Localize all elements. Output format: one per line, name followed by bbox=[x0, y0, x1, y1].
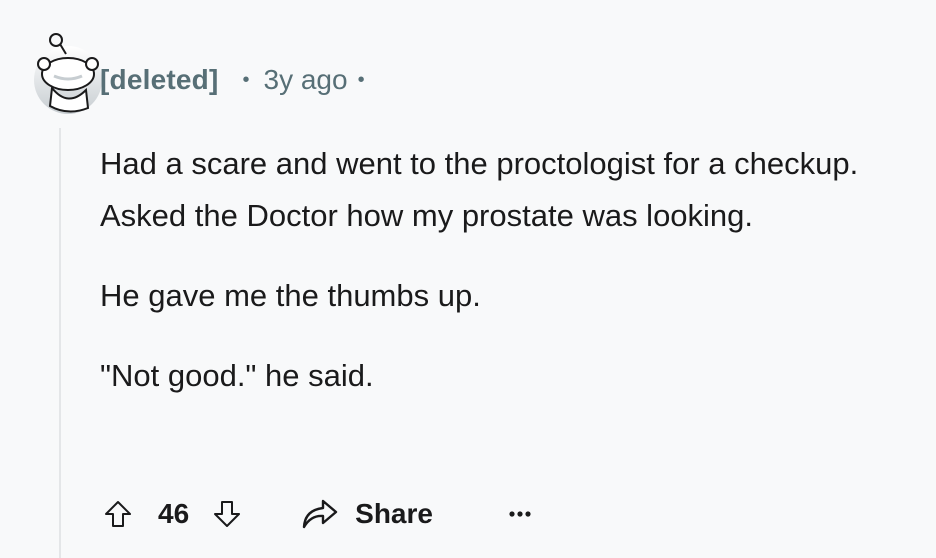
vote-score: 46 bbox=[158, 498, 190, 529]
comment-actions: 46 Share bbox=[100, 492, 535, 536]
timestamp[interactable]: 3y ago bbox=[264, 64, 348, 96]
thread-line[interactable] bbox=[59, 128, 61, 558]
comment-header: [deleted] • 3y ago • bbox=[100, 60, 365, 100]
snoo-avatar-icon[interactable] bbox=[30, 30, 106, 114]
downvote-arrow-icon[interactable] bbox=[209, 496, 245, 532]
comment-paragraph: He gave me the thumbs up. bbox=[100, 278, 481, 313]
more-options-icon bbox=[509, 511, 531, 517]
comment-body: Had a scare and went to the proctologist… bbox=[100, 138, 910, 402]
more-options-button[interactable] bbox=[505, 499, 535, 529]
meta-separator: • bbox=[242, 68, 250, 91]
upvote-arrow-icon[interactable] bbox=[100, 496, 136, 532]
share-button[interactable]: Share bbox=[301, 498, 433, 530]
comment-paragraph: "Not good." he said. bbox=[100, 358, 374, 393]
comment-paragraph: Had a scare and went to the proctologist… bbox=[100, 146, 859, 233]
share-label: Share bbox=[355, 498, 433, 529]
meta-separator: • bbox=[357, 68, 365, 91]
author-name[interactable]: [deleted] bbox=[100, 64, 218, 96]
share-arrow-icon bbox=[302, 499, 338, 529]
